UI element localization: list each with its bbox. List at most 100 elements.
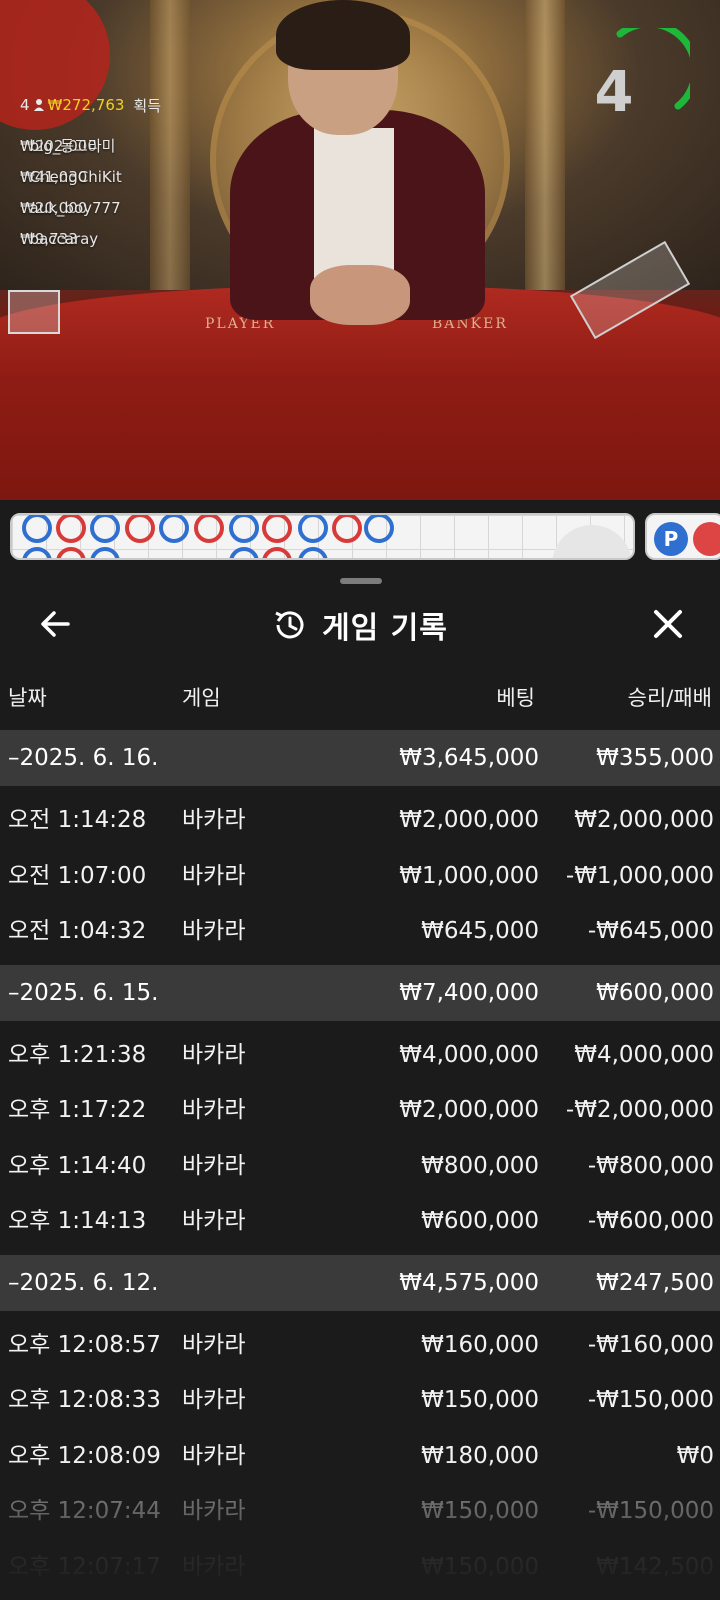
roadmap-bead: [262, 515, 292, 543]
history-row[interactable]: 오후 1:14:40 바카라 ₩800,000 -₩800,000: [0, 1138, 720, 1194]
history-row[interactable]: 오후 1:17:22 바카라 ₩2,000,000 -₩2,000,000: [0, 1082, 720, 1138]
history-row[interactable]: 오후 12:08:57 바카라 ₩160,000 -₩160,000: [0, 1317, 720, 1373]
row-bet: ₩2,000,000: [399, 1097, 539, 1123]
page-title: 게임 기록: [322, 611, 448, 646]
row-result: -₩800,000: [587, 1152, 714, 1179]
betting-countdown: 4: [590, 28, 690, 128]
row-time: 오후 12:07:17: [8, 1553, 161, 1580]
row-bet: ₩4,000,000: [399, 1041, 539, 1068]
history-header: 게임 기록: [0, 592, 720, 658]
roadmap-bead: [298, 515, 328, 543]
drag-handle[interactable]: [340, 578, 382, 584]
history-row[interactable]: 오후 1:14:13 바카라 ₩600,000 -₩600,000: [0, 1193, 720, 1249]
row-result: -₩2,000,000: [565, 1097, 714, 1123]
group-result-total: ₩355,000: [596, 745, 714, 771]
row-time: 오후 12:08:57: [8, 1331, 161, 1358]
row-game: 바카라: [182, 918, 246, 944]
row-bet: ₩180,000: [421, 1442, 539, 1469]
row-game: 바카라: [182, 862, 246, 889]
row-result: -₩600,000: [587, 1208, 714, 1234]
card-discard-tray: [8, 290, 60, 334]
live-video[interactable]: PLAYER BANKER 4 ₩272,763 획득 ₩202,000 big…: [0, 0, 720, 500]
roadmap-bead: [22, 515, 52, 543]
row-time: 오후 1:17:22: [8, 1097, 147, 1123]
row-bet: ₩2,000,000: [399, 807, 539, 833]
leaderboard-entry: ₩20,000 auk_boy777: [20, 199, 121, 217]
group-date: –2025. 6. 16.: [8, 745, 159, 771]
date-group-header[interactable]: –2025. 6. 16. ₩3,645,000 ₩355,000: [0, 730, 720, 786]
table-header: 날짜 게임 베팅 승리/패배: [0, 674, 720, 718]
arrow-left-icon: [41, 611, 70, 637]
history-row[interactable]: 오후 12:08:33 바카라 ₩150,000 -₩150,000: [0, 1372, 720, 1428]
date-group-header[interactable]: –2025. 6. 12. ₩4,575,000 ₩247,500: [0, 1254, 720, 1311]
countdown-number: 4: [594, 60, 634, 125]
row-result: -₩645,000: [587, 918, 714, 944]
column-game: 게임: [182, 686, 221, 710]
row-result: -₩1,000,000: [565, 862, 714, 889]
column-date: 날짜: [8, 686, 47, 710]
row-time: 오후 1:14:40: [8, 1152, 147, 1179]
row-bet: ₩1,000,000: [399, 862, 539, 889]
winnings-total: ₩272,763: [47, 96, 125, 114]
row-time: 오전 1:07:00: [8, 862, 147, 889]
row-result: ₩2,000,000: [574, 807, 714, 833]
row-time: 오전 1:14:28: [8, 807, 147, 833]
group-result-total: ₩600,000: [596, 979, 714, 1006]
history-row[interactable]: 오후 12:07:44 바카라 ₩150,000 -₩150,000: [0, 1483, 720, 1539]
player-predict-button[interactable]: P: [654, 522, 688, 556]
row-game: 바카라: [182, 1152, 246, 1179]
row-game: 바카라: [182, 807, 246, 833]
row-result: ₩142,500: [596, 1553, 714, 1580]
row-game: 바카라: [182, 1208, 246, 1234]
history-list[interactable]: –2025. 6. 16. ₩3,645,000 ₩355,000 오전 1:14:2…: [0, 730, 720, 1600]
bead-roadmap[interactable]: ︿: [10, 513, 635, 560]
leaderboard-entry: ₩41,030 ChengChiKit: [20, 168, 122, 186]
row-game: 바카라: [182, 1553, 246, 1580]
column-result: 승리/패배: [627, 686, 712, 710]
close-button[interactable]: [648, 602, 688, 646]
banker-predict-button[interactable]: [693, 522, 720, 556]
date-group-header[interactable]: –2025. 6. 15. ₩7,400,000 ₩600,000: [0, 964, 720, 1021]
roadmap-bead: [194, 515, 224, 543]
roadmap-bead: [90, 515, 120, 543]
roadmap-bead: [229, 515, 259, 543]
row-game: 바카라: [182, 1041, 246, 1068]
row-game: 바카라: [182, 1442, 246, 1469]
row-time: 오후 1:21:38: [8, 1041, 147, 1068]
history-row[interactable]: 오전 1:04:32 바카라 ₩645,000 -₩645,000: [0, 903, 720, 959]
leaderboard-header: 4 ₩272,763 획득: [20, 92, 300, 118]
row-game: 바카라: [182, 1387, 246, 1413]
roadmap-bead: [125, 515, 155, 543]
row-game: 바카라: [182, 1498, 246, 1524]
roadmap-bead: [332, 515, 362, 543]
close-icon: [654, 610, 682, 638]
group-date: –2025. 6. 15.: [8, 979, 159, 1006]
row-bet: ₩800,000: [421, 1152, 539, 1179]
winnings-suffix: 획득: [133, 96, 162, 115]
history-row[interactable]: 오전 1:14:28 바카라 ₩2,000,000 ₩2,000,000: [0, 792, 720, 848]
row-result: ₩4,000,000: [574, 1041, 714, 1068]
group-date: –2025. 6. 12.: [8, 1269, 159, 1296]
row-bet: ₩160,000: [421, 1331, 539, 1358]
leaderboard-entry: ₩202,000 big_동그라미: [20, 137, 116, 155]
history-row[interactable]: 오전 1:07:00 바카라 ₩1,000,000 -₩1,000,000: [0, 848, 720, 904]
winners-leaderboard: 4 ₩272,763 획득 ₩202,000 big_동그라미 ₩41,030 …: [0, 74, 300, 248]
roadmap-bead: [159, 515, 189, 543]
row-time: 오후 12:08:09: [8, 1442, 161, 1469]
row-time: 오후 12:07:44: [8, 1498, 161, 1524]
history-row[interactable]: 오후 1:21:38 바카라 ₩4,000,000 ₩4,000,000: [0, 1027, 720, 1083]
column-bet: 베팅: [496, 686, 535, 710]
person-icon: [33, 99, 44, 111]
group-bet-total: ₩3,645,000: [399, 745, 539, 771]
history-clock-icon: [275, 611, 304, 639]
row-result: ₩0: [676, 1442, 714, 1469]
row-time: 오후 1:14:13: [8, 1208, 147, 1234]
game-history-sheet: 게임 기록 날짜 게임 베팅 승리/패배 –2025. 6. 16. ₩3,645…: [0, 562, 720, 1600]
road-prediction-panel[interactable]: P: [645, 513, 720, 560]
chevron-up-icon: ︿: [580, 541, 606, 558]
row-bet: ₩150,000: [421, 1498, 539, 1524]
history-row[interactable]: 오후 12:08:09 바카라 ₩180,000 ₩0: [0, 1428, 720, 1484]
winner-count: 4: [20, 96, 30, 114]
back-button[interactable]: [36, 602, 76, 646]
history-row[interactable]: 오후 12:07:17 바카라 ₩150,000 ₩142,500: [0, 1539, 720, 1595]
